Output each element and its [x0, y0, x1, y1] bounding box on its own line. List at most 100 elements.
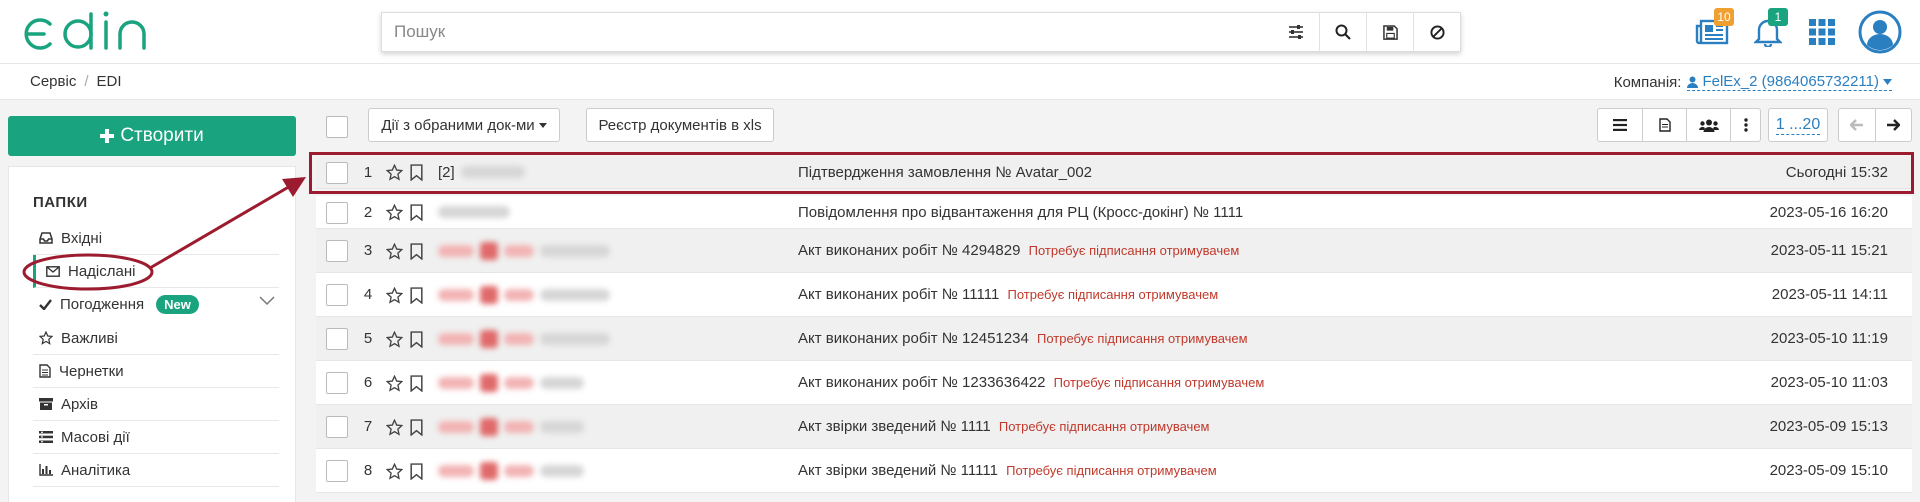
sender-redacted — [504, 332, 534, 345]
sender-redacted — [438, 332, 474, 345]
search-button[interactable] — [1319, 13, 1366, 51]
row-date: 2023-05-10 11:03 — [1770, 374, 1888, 391]
row-checkbox[interactable] — [326, 162, 348, 184]
row-date: 2023-05-11 15:21 — [1770, 242, 1888, 259]
row-checkbox[interactable] — [326, 328, 348, 350]
star-icon[interactable] — [386, 463, 403, 480]
prev-page-button[interactable] — [1839, 109, 1875, 141]
row-date: 2023-05-09 15:10 — [1769, 462, 1888, 479]
row-checkbox[interactable] — [326, 416, 348, 438]
bookmark-icon[interactable] — [410, 463, 423, 480]
table-row[interactable]: 6 Акт виконаних робіт № 1233636422 Потре… — [316, 361, 1912, 405]
row-document[interactable]: Акт виконаних робіт № 1233636422 Потребу… — [798, 374, 1264, 391]
bookmark-icon[interactable] — [410, 287, 423, 304]
folder-sent[interactable]: Надіслані — [33, 255, 279, 288]
folder-inbox[interactable]: Вхідні — [33, 222, 279, 255]
row-number: 2 — [363, 203, 373, 221]
row-document[interactable]: Підтвердження замовлення № Avatar_002 — [798, 164, 1096, 181]
chevron-down-icon[interactable] — [259, 296, 275, 306]
star-icon[interactable] — [386, 243, 403, 260]
sender-redacted — [540, 464, 584, 477]
breadcrumb-item-service[interactable]: Сервіс — [30, 73, 76, 90]
table-row[interactable]: 8 Акт звірки зведений № 11111 Потребує п… — [316, 449, 1912, 493]
search-input[interactable] — [382, 13, 1272, 51]
folder-bulk-actions[interactable]: Масові дії — [33, 421, 279, 454]
row-checkbox[interactable] — [326, 460, 348, 482]
edin-logo[interactable] — [20, 8, 160, 56]
row-checkbox[interactable] — [326, 240, 348, 262]
bookmark-icon[interactable] — [410, 243, 423, 260]
list-view-button[interactable] — [1598, 109, 1642, 141]
document-status: Потребує підписання отримувачем — [1036, 331, 1248, 346]
star-icon[interactable] — [386, 331, 403, 348]
sender-redacted — [504, 420, 534, 433]
bookmark-icon[interactable] — [410, 204, 423, 221]
row-sender — [438, 417, 584, 436]
apps-menu-button[interactable] — [1800, 10, 1844, 54]
row-sender — [438, 373, 584, 392]
create-button[interactable]: Створити — [8, 116, 296, 156]
table-row[interactable]: 4 Акт виконаних робіт № 11111 Потребує п… — [316, 273, 1912, 317]
breadcrumb-item-edi[interactable]: EDI — [97, 73, 122, 90]
new-badge: New — [156, 295, 199, 314]
bookmark-icon[interactable] — [410, 419, 423, 436]
registry-xls-button[interactable]: Реєстр документів в xls — [586, 108, 774, 142]
sender-redacted — [438, 288, 474, 301]
folder-analytics[interactable]: Аналітика — [33, 454, 279, 487]
bookmark-icon[interactable] — [410, 164, 423, 181]
row-sender — [438, 461, 584, 480]
folder-important[interactable]: Важливі — [33, 322, 279, 355]
document-title: Акт виконаних робіт № 12451234 — [798, 330, 1029, 347]
folder-approval[interactable]: Погодження New — [33, 288, 279, 321]
row-date: Сьогодні 15:32 — [1785, 163, 1888, 181]
row-date: 2023-05-11 14:11 — [1771, 286, 1888, 303]
create-button-label: Створити — [120, 125, 204, 146]
star-icon[interactable] — [386, 375, 403, 392]
row-checkbox[interactable] — [326, 202, 348, 224]
folder-drafts[interactable]: Чернетки — [33, 355, 279, 388]
group-view-button[interactable] — [1686, 109, 1730, 141]
news-button[interactable]: 10 — [1690, 8, 1734, 54]
star-icon[interactable] — [386, 419, 403, 436]
table-row[interactable]: 1 [2] Підтвердження замовлення № Avatar_… — [316, 156, 1912, 189]
next-page-button[interactable] — [1874, 109, 1912, 141]
filter-settings-button[interactable] — [1272, 13, 1319, 51]
row-document[interactable]: Акт звірки зведений № 1111 Потребує підп… — [798, 418, 1210, 435]
row-document[interactable]: Акт виконаних робіт № 11111 Потребує під… — [798, 286, 1218, 303]
row-document[interactable]: Акт виконаних робіт № 4294829 Потребує п… — [798, 242, 1239, 259]
row-checkbox[interactable] — [326, 284, 348, 306]
table-row[interactable]: 2 Повідомлення про відвантаження для РЦ … — [316, 196, 1912, 229]
notifications-button[interactable]: 1 — [1746, 8, 1790, 54]
page-selector[interactable]: 1 ...20 — [1768, 108, 1828, 142]
table-row[interactable]: 3 Акт виконаних робіт № 4294829 Потребує… — [316, 229, 1912, 273]
sender-redacted — [540, 244, 610, 257]
notifications-count-badge: 1 — [1768, 8, 1788, 26]
more-options-button[interactable] — [1730, 109, 1760, 141]
star-icon[interactable] — [386, 164, 403, 181]
page-range: 1 ...20 — [1775, 115, 1821, 135]
grid-icon — [1809, 19, 1835, 45]
bulk-actions-label: Дії з обраними док-ми — [381, 116, 535, 134]
document-title: Підтвердження замовлення № Avatar_002 — [798, 163, 1093, 181]
company-label: Компанія: — [1613, 73, 1682, 91]
row-document[interactable]: Акт виконаних робіт № 12451234 Потребує … — [798, 330, 1248, 347]
user-avatar[interactable] — [1856, 8, 1904, 56]
company-dropdown[interactable]: FelEx_2 (9864065732211) — [1687, 73, 1892, 91]
folder-label: Аналітика — [61, 461, 131, 479]
star-icon[interactable] — [386, 287, 403, 304]
bulk-actions-dropdown[interactable]: Дії з обраними док-ми — [368, 108, 560, 142]
sender-redacted — [480, 329, 498, 348]
row-document[interactable]: Повідомлення про відвантаження для РЦ (К… — [798, 204, 1247, 221]
row-checkbox[interactable] — [326, 372, 348, 394]
document-view-button[interactable] — [1642, 109, 1686, 141]
table-row[interactable]: 7 Акт звірки зведений № 1111 Потребує пі… — [316, 405, 1912, 449]
select-all-checkbox[interactable] — [326, 116, 348, 138]
bookmark-icon[interactable] — [410, 331, 423, 348]
bookmark-icon[interactable] — [410, 375, 423, 392]
clear-search-button[interactable] — [1413, 13, 1460, 51]
row-document[interactable]: Акт звірки зведений № 11111 Потребує під… — [798, 462, 1217, 479]
folder-archive[interactable]: Архів — [33, 388, 279, 421]
save-search-button[interactable] — [1366, 13, 1413, 51]
star-icon[interactable] — [386, 204, 403, 221]
table-row[interactable]: 5 Акт виконаних робіт № 12451234 Потребу… — [316, 317, 1912, 361]
